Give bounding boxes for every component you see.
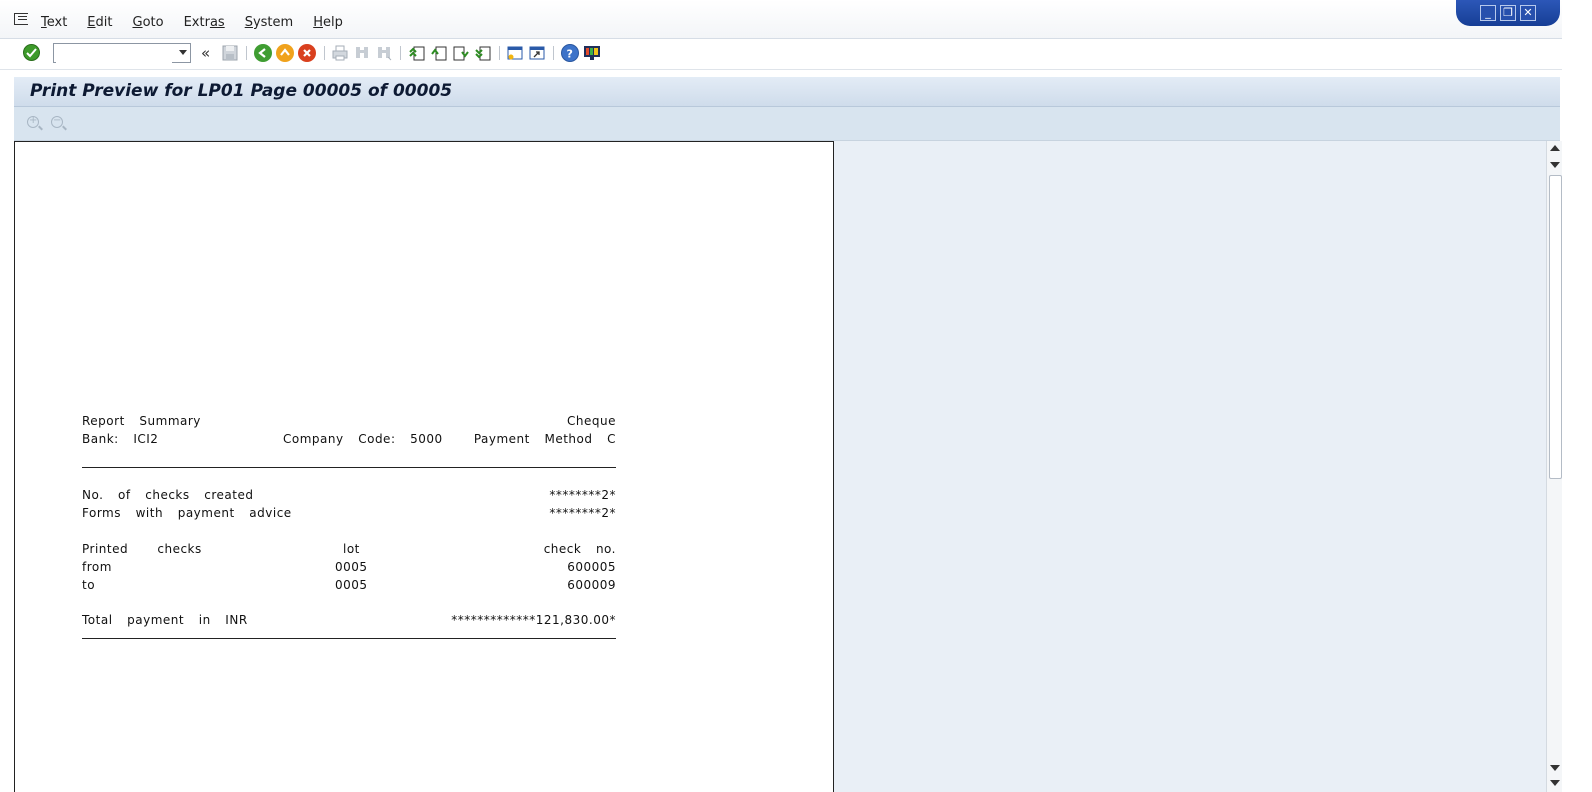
vertical-scrollbar[interactable] bbox=[1546, 141, 1563, 792]
next-page-icon[interactable] bbox=[452, 44, 470, 62]
toolbar-separator bbox=[553, 46, 554, 60]
toolbar-separator bbox=[324, 46, 325, 60]
menu-item-label: as bbox=[209, 15, 225, 30]
back-icon[interactable] bbox=[254, 44, 272, 62]
menu-item-label: ext bbox=[46, 15, 68, 30]
shortcut-icon[interactable] bbox=[528, 44, 546, 62]
system-toolbar: « ? bbox=[0, 39, 1592, 70]
svg-text:?: ? bbox=[567, 48, 573, 61]
find-icon[interactable] bbox=[353, 44, 371, 62]
application-toolbar: + − bbox=[14, 107, 1560, 141]
menu-item-label: E bbox=[87, 15, 96, 30]
find-next-icon[interactable] bbox=[375, 44, 393, 62]
menu-item[interactable]: Help bbox=[313, 15, 343, 30]
menu-bar: Text Edit Goto Extras System Help _ ❐ ✕ bbox=[0, 0, 1592, 39]
menu-item-label: oto bbox=[142, 15, 164, 30]
exit-icon[interactable] bbox=[276, 44, 294, 62]
forms-value: ********2* bbox=[549, 506, 616, 520]
toolbar-separator bbox=[400, 46, 401, 60]
scroll-down-icon[interactable] bbox=[1550, 162, 1560, 168]
menu-item-label: elp bbox=[322, 15, 343, 30]
total-label: Total payment in INR bbox=[82, 613, 248, 627]
menu-item[interactable]: Text bbox=[41, 15, 67, 30]
menu-item[interactable]: System bbox=[245, 15, 294, 30]
menu-item[interactable]: Edit bbox=[87, 15, 112, 30]
save-icon[interactable] bbox=[221, 44, 239, 62]
last-page-icon[interactable] bbox=[474, 44, 492, 62]
total-value: *************121,830.00* bbox=[451, 613, 616, 627]
page-down-icon[interactable] bbox=[1550, 765, 1560, 771]
menu-item-label: dit bbox=[95, 15, 113, 30]
help-icon[interactable]: ? bbox=[561, 44, 579, 62]
first-page-icon[interactable] bbox=[408, 44, 426, 62]
bank-label: Bank: ICI2 bbox=[82, 432, 159, 446]
payment-method: Payment Method C bbox=[473, 432, 616, 446]
toolbar-separator bbox=[246, 46, 247, 60]
title-bar: Print Preview for LP01 Page 00005 of 000… bbox=[14, 77, 1560, 107]
printed-checks-label: Printed checks bbox=[82, 542, 202, 556]
create-session-icon[interactable] bbox=[506, 44, 524, 62]
zoom-in-icon[interactable]: + bbox=[27, 115, 39, 128]
menu-item-label: G bbox=[132, 15, 143, 30]
menu-item-label: ystem bbox=[252, 15, 294, 30]
to-lot: 0005 bbox=[335, 578, 368, 592]
window-controls: _ ❐ ✕ bbox=[1456, 0, 1560, 26]
menu-item[interactable]: Goto bbox=[132, 15, 163, 30]
print-icon[interactable] bbox=[331, 44, 349, 62]
company-code: Company Code: 5000 bbox=[283, 432, 443, 446]
to-label: to bbox=[82, 578, 96, 592]
preview-page: Report Summary Cheque Bank: ICI2 Company… bbox=[14, 141, 834, 792]
menu-icon[interactable] bbox=[14, 13, 28, 25]
menu-item[interactable]: Extras bbox=[184, 15, 225, 30]
divider bbox=[82, 638, 616, 639]
page-title: Print Preview for LP01 Page 00005 of 000… bbox=[30, 81, 453, 101]
checks-created-value: ********2* bbox=[549, 488, 616, 502]
report-summary: Report Summary Cheque Bank: ICI2 Company… bbox=[82, 414, 616, 639]
forms-label: Forms with payment advice bbox=[82, 506, 292, 520]
layout-icon[interactable] bbox=[583, 44, 601, 62]
zoom-out-glyph: − bbox=[53, 115, 62, 126]
command-input[interactable] bbox=[56, 45, 172, 63]
toolbar-separator bbox=[499, 46, 500, 60]
cancel-icon[interactable] bbox=[298, 44, 316, 62]
scroll-up-icon[interactable] bbox=[1550, 145, 1560, 151]
preview-area: Report Summary Cheque Bank: ICI2 Company… bbox=[14, 141, 1546, 792]
from-check: 600005 bbox=[567, 560, 616, 574]
command-field[interactable] bbox=[53, 43, 191, 63]
previous-page-icon[interactable] bbox=[430, 44, 448, 62]
enter-icon[interactable] bbox=[23, 44, 40, 61]
from-lot: 0005 bbox=[335, 560, 368, 574]
scrollbar-thumb[interactable] bbox=[1549, 175, 1562, 479]
report-type: Cheque bbox=[567, 414, 616, 428]
from-label: from bbox=[82, 560, 112, 574]
window-edge bbox=[1562, 0, 1592, 792]
checks-created-label: No. of checks created bbox=[82, 488, 254, 502]
zoom-in-glyph: + bbox=[29, 115, 38, 126]
minimize-icon[interactable]: _ bbox=[1480, 5, 1496, 21]
menu-item-label: H bbox=[313, 15, 323, 30]
toolbar-collapse-icon[interactable]: « bbox=[201, 45, 210, 61]
menu-item-label: Extr bbox=[183, 15, 210, 30]
report-title: Report Summary bbox=[82, 414, 201, 428]
zoom-out-icon[interactable]: − bbox=[51, 115, 63, 128]
chevron-down-icon[interactable] bbox=[179, 50, 187, 55]
lot-header: lot bbox=[343, 542, 360, 556]
close-icon[interactable]: ✕ bbox=[1520, 5, 1536, 21]
scroll-end-icon[interactable] bbox=[1550, 780, 1560, 786]
check-no-header: check no. bbox=[543, 542, 616, 556]
restore-icon[interactable]: ❐ bbox=[1500, 5, 1516, 21]
to-check: 600009 bbox=[567, 578, 616, 592]
menu-items: Text Edit Goto Extras System Help bbox=[41, 15, 363, 30]
menu-item-label: S bbox=[244, 15, 253, 30]
